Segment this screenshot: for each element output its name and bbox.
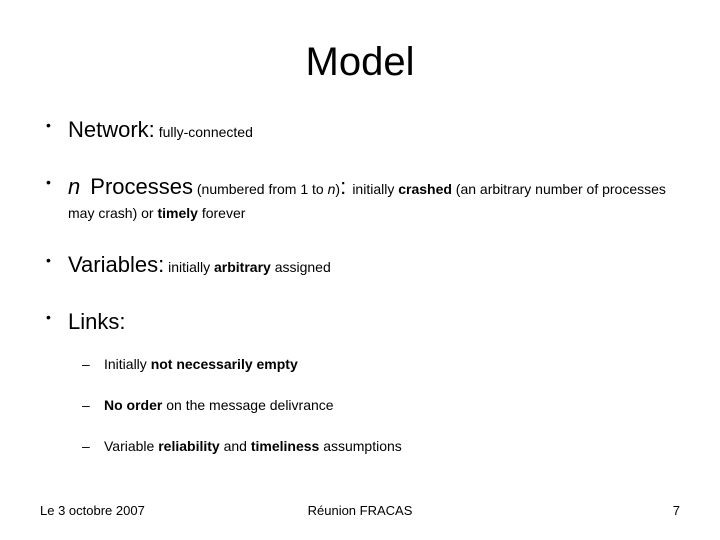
network-label: Network: [68,117,155,142]
links-sub-1-post: on the message delivrance [162,397,333,413]
links-sub-0: Initially not necessarily empty [104,354,680,375]
links-label: Links: [68,309,125,334]
variables-arb: arbitrary [214,259,271,275]
bullet-links: Links: Initially not necessarily empty N… [68,305,680,457]
processes-text-c: forever [198,205,245,221]
processes-paren-pre: (numbered from 1 to [197,181,328,197]
links-sub-2-pre: Variable [104,438,158,454]
bullet-list: Network: fully-connected n Processes (nu… [40,113,680,457]
links-sub-0-bold: not necessarily empty [151,356,298,372]
footer-date: Le 3 octobre 2007 [40,503,145,518]
links-sub-2-mid: and [220,438,251,454]
links-sub-2-post: assumptions [319,438,401,454]
footer-page-number: 7 [673,503,680,518]
variables-label: Variables: [68,252,164,277]
processes-timely: timely [157,205,197,221]
links-sub-2: Variable reliability and timeliness assu… [104,436,680,457]
network-text: fully-connected [159,124,253,140]
footer-center: Réunion FRACAS [308,503,413,518]
bullet-processes: n Processes (numbered from 1 to n): init… [68,170,680,224]
processes-label-text: Processes [90,174,193,199]
links-sub-2-bold: reliability [158,438,219,454]
bullet-network: Network: fully-connected [68,113,680,146]
links-sub-0-pre: Initially [104,356,151,372]
processes-colon: : [340,174,352,199]
footer: Le 3 octobre 2007 Réunion FRACAS 7 [0,503,720,518]
links-sub-2-bold2: timeliness [251,438,319,454]
slide: Model Network: fully-connected n Process… [0,0,720,540]
processes-crashed: crashed [398,181,452,197]
links-sub-1: No order on the message delivrance [104,395,680,416]
variables-text-b: assigned [271,259,331,275]
links-sub-1-bold: No order [104,397,162,413]
variables-text-a: initially [168,259,214,275]
processes-text-a: initially [352,181,398,197]
slide-title: Model [40,40,680,85]
links-sublist: Initially not necessarily empty No order… [68,354,680,457]
bullet-variables: Variables: initially arbitrary assigned [68,248,680,281]
processes-n: n [68,174,80,199]
